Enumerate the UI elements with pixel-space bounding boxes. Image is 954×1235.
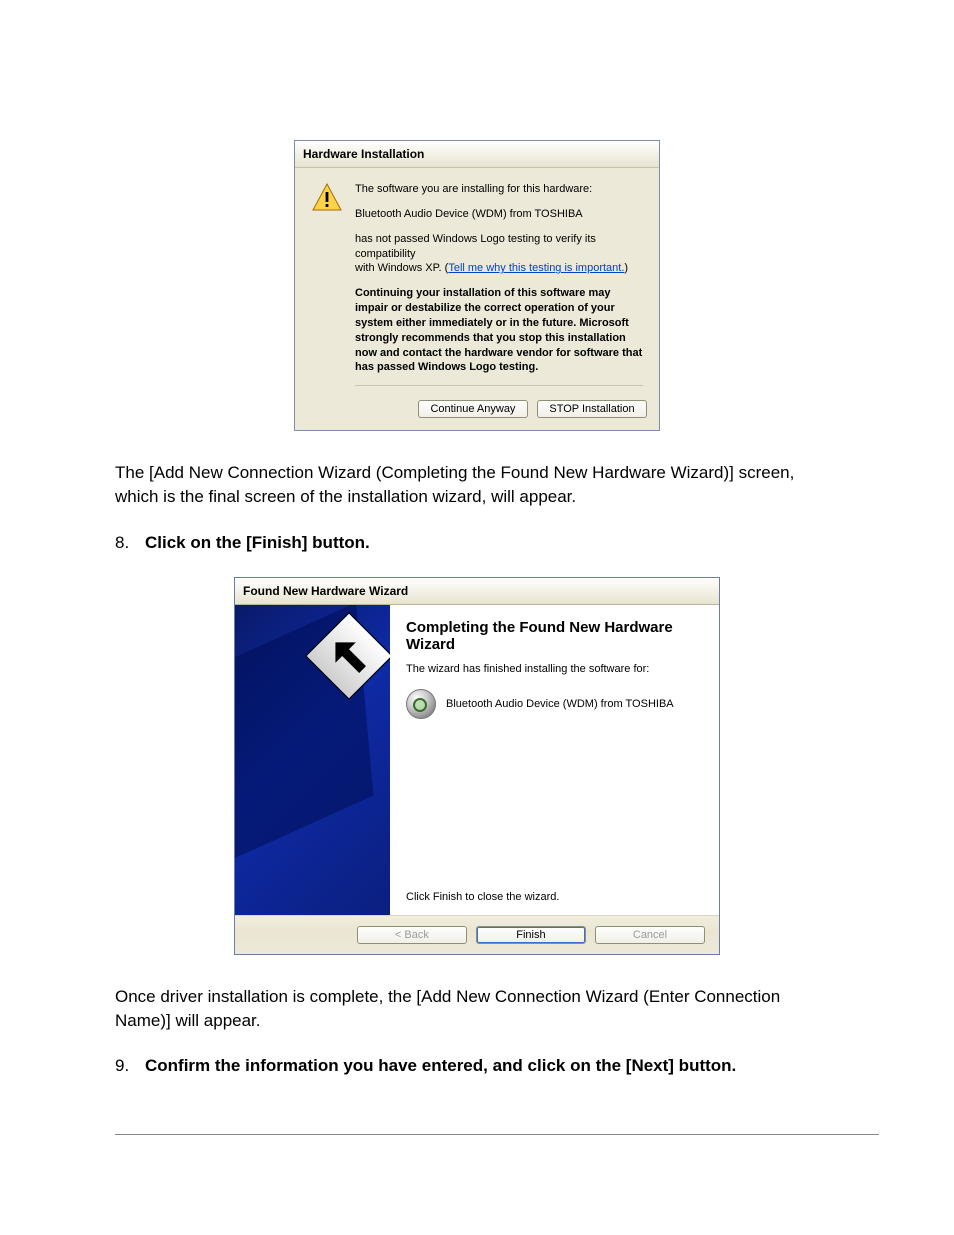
footer-rule [115,1134,879,1135]
stop-installation-button[interactable]: STOP Installation [537,400,647,418]
paragraph-1: The [Add New Connection Wizard (Completi… [115,461,839,509]
cancel-button: Cancel [595,926,705,944]
divider [355,385,643,386]
warning-icon [311,182,343,214]
logo-testing-text: has not passed Windows Logo testing to v… [355,232,643,277]
device-name: Bluetooth Audio Device (WDM) from TOSHIB… [355,207,643,222]
intro-text: The software you are installing for this… [355,182,643,197]
continue-anyway-button[interactable]: Continue Anyway [418,400,528,418]
step-8: 8.Click on the [Finish] button. [115,533,839,553]
warning-text: Continuing your installation of this sof… [355,286,643,375]
wizard-subtext: The wizard has finished installing the s… [406,663,703,675]
back-button: < Back [357,926,467,944]
device-icon [406,689,436,719]
hardware-installation-dialog: Hardware Installation The software you a… [294,140,660,431]
paragraph-2: Once driver installation is complete, th… [115,985,839,1033]
step-9: 9.Confirm the information you have enter… [115,1056,839,1076]
why-testing-link[interactable]: Tell me why this testing is important. [448,262,624,274]
closing-instruction: Click Finish to close the wizard. [406,891,703,903]
device-name: Bluetooth Audio Device (WDM) from TOSHIB… [446,698,674,710]
found-new-hardware-wizard-dialog: Found New Hardware Wizard Completing the… [234,577,720,955]
dialog-title: Found New Hardware Wizard [235,578,719,605]
wizard-heading: Completing the Found New Hardware Wizard [406,619,703,653]
finish-button[interactable]: Finish [476,926,586,944]
dialog-title: Hardware Installation [295,141,659,168]
wizard-sidebar-graphic [235,605,390,915]
